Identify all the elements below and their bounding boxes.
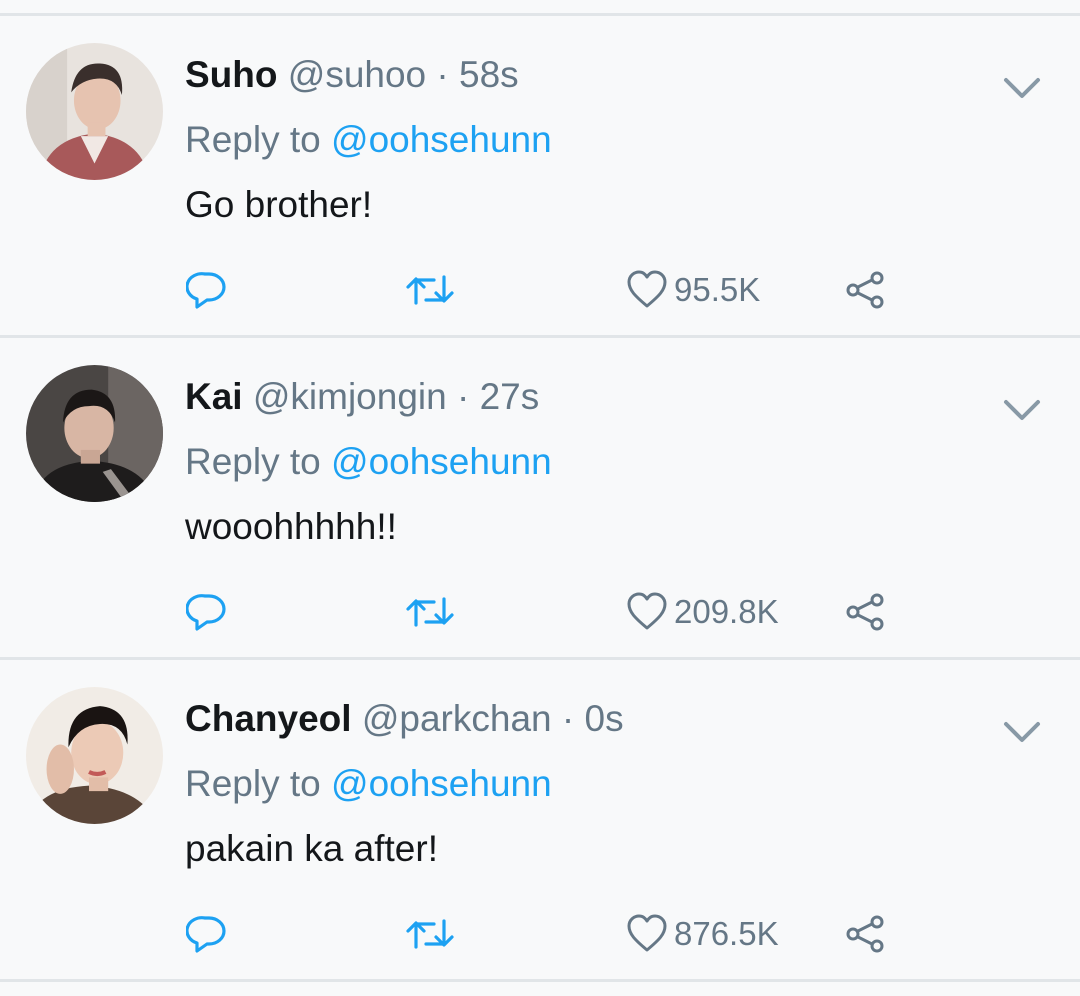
reply-button[interactable] [186, 912, 228, 956]
heart-icon [627, 270, 667, 308]
timestamp[interactable]: 0s [585, 698, 624, 739]
like-count: 209.8K [674, 593, 779, 630]
user-handle[interactable]: @parkchan [362, 698, 552, 739]
share-icon [846, 271, 884, 309]
display-name[interactable]: Kai [185, 376, 243, 417]
reply-mention-link[interactable]: @oohsehunn [331, 119, 552, 160]
tweet-header: Chanyeol @parkchan · 0s [185, 697, 624, 741]
like-button[interactable]: 209.8K [626, 590, 779, 634]
timestamp[interactable]: 27s [480, 376, 540, 417]
reply-button[interactable] [186, 590, 228, 634]
avatar[interactable] [26, 687, 163, 824]
separator-dot: · [561, 698, 575, 739]
chevron-down-icon[interactable] [1000, 393, 1044, 429]
separator-dot: · [457, 376, 470, 417]
tweet[interactable]: Kai @kimjongin · 27s Reply to @oohsehunn… [0, 338, 1080, 660]
like-count: 95.5K [674, 271, 761, 308]
chevron-down-icon[interactable] [1000, 715, 1044, 751]
reply-prefix: Reply to [185, 763, 321, 804]
retweet-icon [406, 275, 454, 305]
retweet-button[interactable] [404, 268, 456, 312]
chevron-down-icon[interactable] [1000, 71, 1044, 107]
share-icon [846, 915, 884, 953]
heart-icon [627, 592, 667, 630]
tweet-header: Kai @kimjongin · 27s [185, 375, 539, 419]
reply-context: Reply to @oohsehunn [185, 118, 552, 162]
display-name[interactable]: Suho [185, 54, 277, 95]
timeline: Suho @suhoo · 58s Reply to @oohsehunn Go… [0, 0, 1080, 996]
retweet-button[interactable] [404, 590, 456, 634]
reply-context: Reply to @oohsehunn [185, 762, 552, 806]
tweet[interactable]: Suho @suhoo · 58s Reply to @oohsehunn Go… [0, 16, 1080, 338]
reply-icon [186, 272, 226, 309]
retweet-button[interactable] [404, 912, 456, 956]
reply-icon [186, 594, 226, 631]
avatar[interactable] [26, 365, 163, 502]
timestamp[interactable]: 58s [459, 54, 519, 95]
share-button[interactable] [844, 590, 886, 634]
reply-prefix: Reply to [185, 441, 321, 482]
like-button[interactable]: 876.5K [626, 912, 779, 956]
reply-context: Reply to @oohsehunn [185, 440, 552, 484]
share-button[interactable] [844, 268, 886, 312]
share-button[interactable] [844, 912, 886, 956]
reply-mention-link[interactable]: @oohsehunn [331, 441, 552, 482]
reply-mention-link[interactable]: @oohsehunn [331, 763, 552, 804]
like-count: 876.5K [674, 915, 779, 952]
tweet[interactable]: Chanyeol @parkchan · 0s Reply to @oohseh… [0, 660, 1080, 982]
retweet-icon [406, 919, 454, 949]
tweet-header: Suho @suhoo · 58s [185, 53, 519, 97]
user-handle[interactable]: @suhoo [288, 54, 426, 95]
reply-icon [186, 916, 226, 953]
divider [0, 979, 1080, 982]
reply-button[interactable] [186, 268, 228, 312]
tweet-text: wooohhhhh!! [185, 506, 397, 547]
share-icon [846, 593, 884, 631]
avatar[interactable] [26, 43, 163, 180]
display-name[interactable]: Chanyeol [185, 698, 352, 739]
like-button[interactable]: 95.5K [626, 268, 760, 312]
reply-prefix: Reply to [185, 119, 321, 160]
heart-icon [627, 914, 667, 952]
user-handle[interactable]: @kimjongin [253, 376, 447, 417]
tweet-text: pakain ka after! [185, 828, 438, 869]
tweet-text: Go brother! [185, 184, 373, 225]
separator-dot: · [436, 54, 449, 95]
retweet-icon [406, 597, 454, 627]
